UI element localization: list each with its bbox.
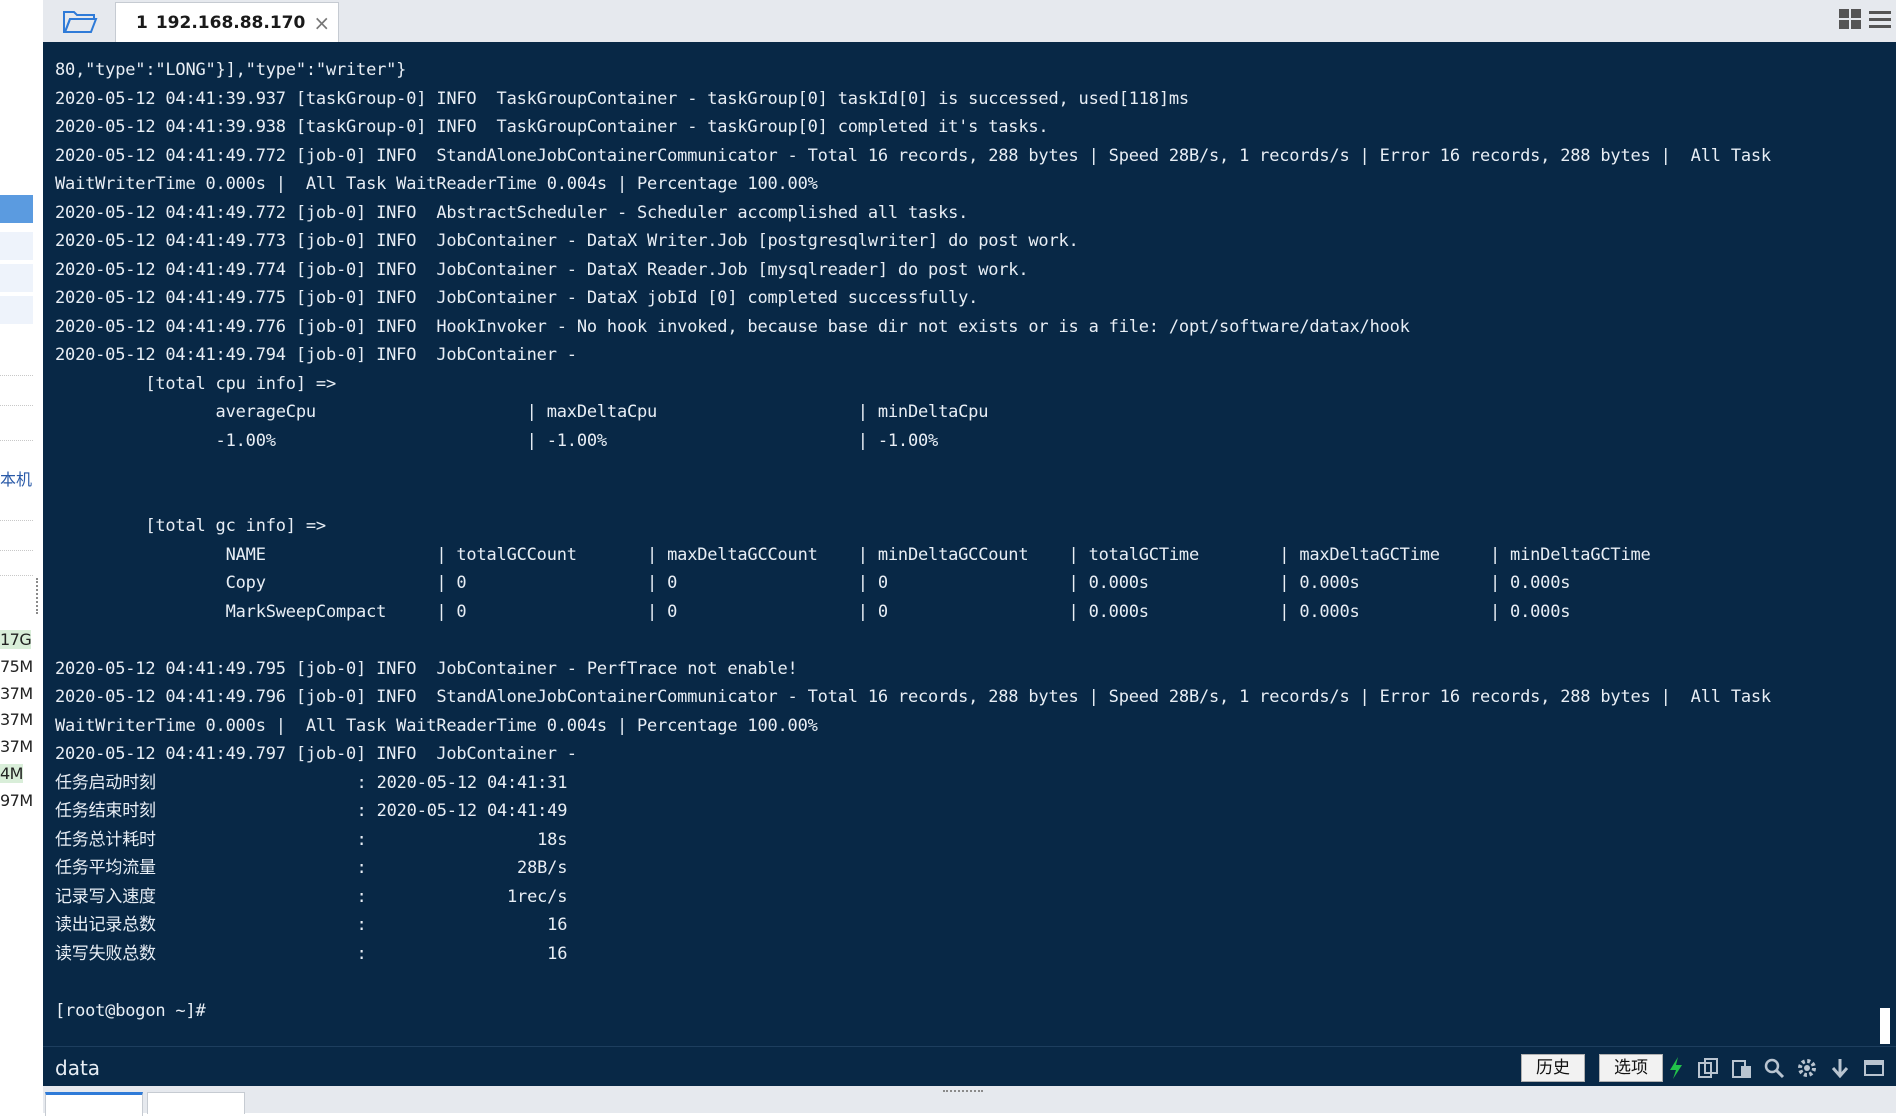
terminal-line: 记录写入速度 : 1rec/s [55,886,568,907]
bottom-tab-strip [43,1086,1896,1116]
panel-row[interactable] [0,264,33,292]
paste-icon[interactable] [1729,1055,1755,1081]
terminal-line: 2020-05-12 04:41:49.772 [job-0] INFO Sta… [55,145,1771,166]
session-tab[interactable]: 1 192.168.88.170 × [115,2,339,42]
command-input[interactable]: data [55,1056,100,1080]
terminal-line: [root@bogon ~]# [55,1000,206,1021]
maximize-icon[interactable] [1861,1055,1887,1081]
terminal-line: -1.00% | -1.00% | -1.00% [55,430,939,451]
arrow-down-icon[interactable] [1827,1055,1853,1081]
terminal-line: 2020-05-12 04:41:49.776 [job-0] INFO Hoo… [55,316,1410,337]
terminal-line: 2020-05-12 04:41:49.775 [job-0] INFO Job… [55,288,979,308]
tab-title: 192.168.88.170 [155,12,306,33]
local-machine-label[interactable]: 本机 [0,466,32,490]
divider [0,575,33,576]
divider [0,550,33,551]
terminal-line: 任务平均流量 : 28B/s [55,858,568,878]
memory-value: 4M [0,764,23,783]
terminal-line: 2020-05-12 04:41:49.797 [job-0] INFO Job… [55,744,577,764]
copy-icon[interactable] [1695,1055,1721,1081]
terminal-line: 2020-05-12 04:41:49.773 [job-0] INFO Job… [55,231,1079,251]
terminal-line: 读写失败总数 : 16 [55,943,568,964]
terminal-line: 2020-05-12 04:41:39.937 [taskGroup-0] IN… [55,88,1189,109]
search-icon[interactable] [1761,1055,1787,1081]
close-icon[interactable]: × [313,11,330,35]
divider [0,520,33,521]
menu-icon[interactable] [1868,8,1892,34]
terminal-line: 80,"type":"LONG"}],"type":"writer"} [55,60,407,80]
history-button[interactable]: 历史 [1521,1054,1585,1082]
panel-row[interactable] [0,296,33,324]
panel-selected-row[interactable] [0,195,33,223]
scrollbar-thumb[interactable] [1880,1008,1890,1044]
terminal-line: WaitWriterTime 0.000s | All Task WaitRea… [55,715,818,736]
bottom-tab-active[interactable] [45,1092,143,1116]
tab-number: 1 [136,12,148,33]
bottom-tab[interactable] [147,1092,245,1114]
terminal-line: 任务总计耗时 : 18s [55,829,568,850]
terminal-line: 2020-05-12 04:41:39.938 [taskGroup-0] IN… [55,117,1049,137]
divider [0,405,33,406]
left-side-panel: 本机 17G 75M 37M 37M 37M 4M 97M [0,0,44,1113]
terminal-line: averageCpu | maxDeltaCpu | minDeltaCpu [55,402,989,422]
folder-icon[interactable] [53,3,107,39]
lightning-icon[interactable] [1663,1055,1689,1081]
panel-splitter-handle[interactable] [36,578,41,614]
terminal-line: NAME | totalGCCount | maxDeltaGCCount | … [55,544,1651,565]
terminal-line: 2020-05-12 04:41:49.795 [job-0] INFO Job… [55,658,798,679]
status-bar: data 历史 选项 [43,1046,1896,1087]
terminal-line: 读出记录总数 : 16 [55,915,568,935]
terminal-line: 2020-05-12 04:41:49.796 [job-0] INFO Sta… [55,687,1771,707]
divider [0,375,33,376]
terminal-lines: 80,"type":"LONG"}],"type":"writer"} 2020-… [55,56,1855,1025]
tab-bar: 1 192.168.88.170 × [43,0,1896,43]
terminal-line: Copy | 0 | 0 | 0 | 0.000s | 0.000s | 0.0… [55,573,1571,593]
terminal-line: 2020-05-12 04:41:49.794 [job-0] INFO Job… [55,345,577,365]
divider [0,440,33,441]
terminal-line: MarkSweepCompact | 0 | 0 | 0 | 0.000s | … [55,601,1571,622]
terminal-line: 2020-05-12 04:41:49.774 [job-0] INFO Job… [55,259,1029,280]
memory-value: 17G [0,630,32,649]
gear-icon[interactable] [1794,1055,1820,1081]
grid-layout-icon[interactable] [1838,8,1862,34]
memory-value: 37M [0,684,33,703]
terminal-line: WaitWriterTime 0.000s | All Task WaitRea… [55,174,818,194]
terminal-line: 2020-05-12 04:41:49.772 [job-0] INFO Abs… [55,202,969,223]
memory-value: 97M [0,791,33,810]
memory-value: 75M [0,657,33,676]
terminal-line: [total gc info] => [55,516,326,536]
memory-value: 37M [0,710,33,729]
terminal-line: 任务结束时刻 : 2020-05-12 04:41:49 [55,801,568,821]
memory-value: 37M [0,737,33,756]
options-button[interactable]: 选项 [1599,1054,1663,1082]
panel-row[interactable] [0,232,33,260]
resize-grip[interactable] [943,1090,983,1092]
terminal-line: 任务启动时刻 : 2020-05-12 04:41:31 [55,772,568,793]
terminal-output[interactable]: 80,"type":"LONG"}],"type":"writer"} 2020-… [43,42,1896,1074]
terminal-line: [total cpu info] => [55,373,336,394]
